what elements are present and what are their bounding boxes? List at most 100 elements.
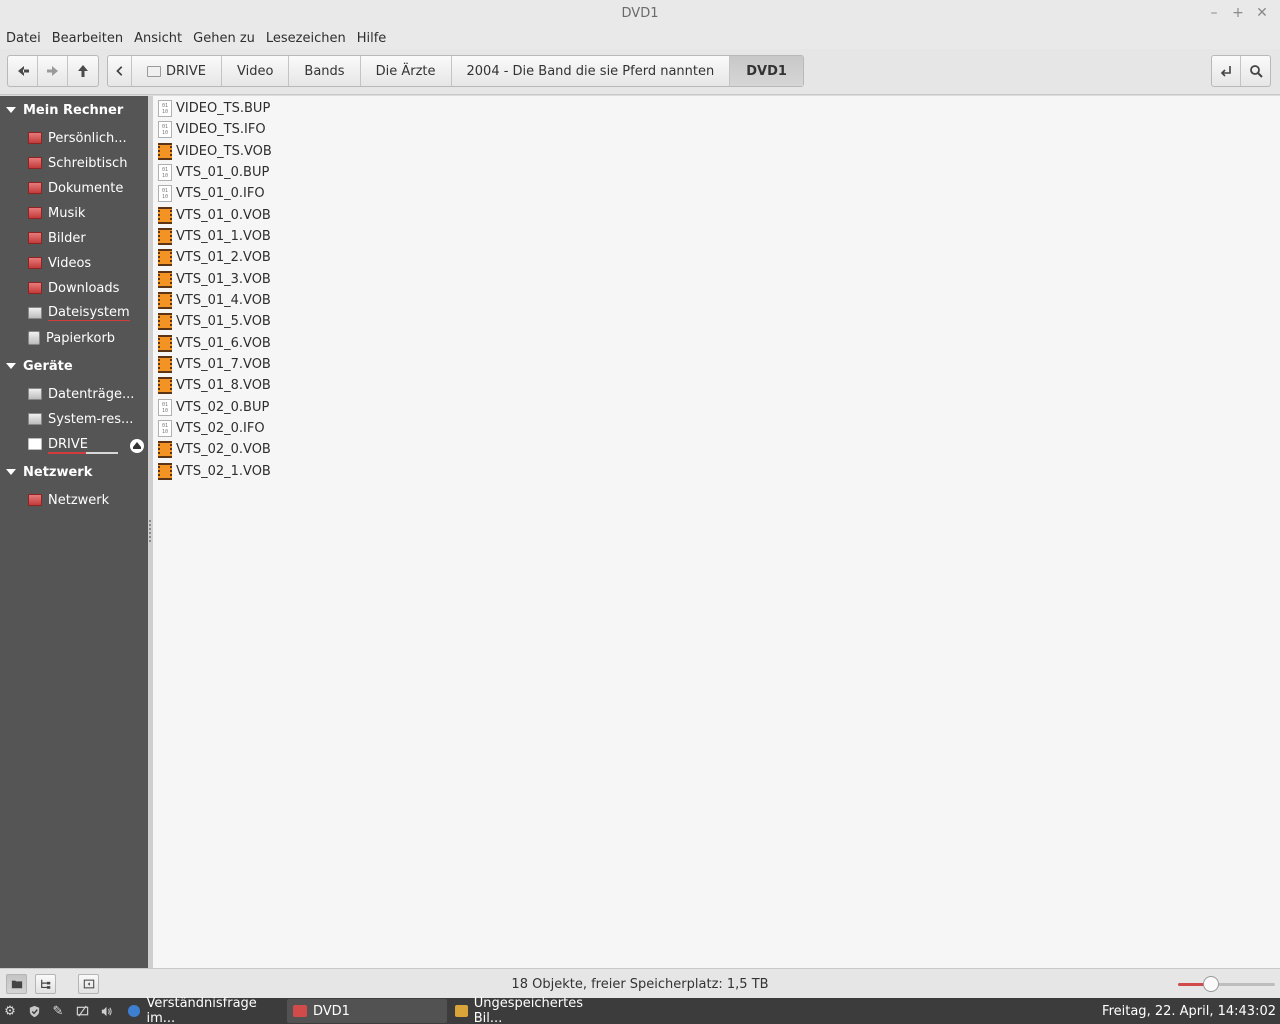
sidebar-section-netzwerk[interactable]: Netzwerk (0, 461, 148, 483)
file-item[interactable]: VIDEO_TS.VOB (158, 141, 272, 162)
shield-icon[interactable] (26, 1003, 42, 1019)
sidebar-item-persoenlich[interactable]: Persönlich... (28, 127, 146, 149)
breadcrumb-bands[interactable]: Bands (289, 56, 361, 86)
sidebar-item-downloads[interactable]: Downloads (28, 277, 146, 299)
sidebar-item-schreibtisch[interactable]: Schreibtisch (28, 152, 146, 174)
file-name: VTS_01_0.VOB (176, 208, 271, 223)
file-name: VTS_01_5.VOB (176, 314, 271, 329)
file-item[interactable]: 01 10 VTS_01_0.BUP (158, 162, 269, 183)
menu-gehen-zu[interactable]: Gehen zu (193, 31, 255, 46)
toggle-location-entry-button[interactable] (1212, 56, 1241, 86)
browser-icon (128, 1005, 141, 1017)
menu-gear-icon[interactable]: ⚙ (2, 1003, 18, 1019)
file-name: VTS_01_6.VOB (176, 336, 271, 351)
sidebar-item-netzwerk[interactable]: Netzwerk (28, 489, 146, 511)
task-image-editor[interactable]: Ungespeichertes Bil... (449, 996, 609, 1024)
section-title: Geräte (23, 358, 73, 374)
zoom-slider-handle[interactable] (1202, 976, 1219, 992)
task-file-manager[interactable]: DVD1 (287, 999, 447, 1023)
task-label: Ungespeichertes Bil... (473, 996, 583, 1024)
file-item[interactable]: VTS_01_6.VOB (158, 333, 271, 354)
minimize-button[interactable]: – (1204, 4, 1224, 22)
sidebar-item-datentraeger[interactable]: Datenträge... (28, 383, 146, 405)
menu-ansicht[interactable]: Ansicht (134, 31, 182, 46)
file-item[interactable]: 01 10 VTS_02_0.IFO (158, 418, 265, 439)
sidebar-item-system-reserviert[interactable]: System-res... (28, 408, 146, 430)
breadcrumb-album[interactable]: 2004 - Die Band die sie Pferd nannten (452, 56, 731, 86)
status-text: 18 Objekte, freier Speicherplatz: 1,5 TB (511, 977, 769, 992)
maximize-button[interactable]: + (1228, 4, 1248, 22)
sidebar-section-geraete[interactable]: Geräte (0, 355, 148, 377)
file-item[interactable]: VTS_01_1.VOB (158, 226, 271, 247)
file-item[interactable]: 01 10 VTS_02_0.BUP (158, 397, 269, 418)
menu-datei[interactable]: Datei (6, 31, 41, 46)
splitter-grip[interactable] (149, 520, 151, 542)
sidebar-section-mein-rechner[interactable]: Mein Rechner (0, 99, 148, 121)
sidebar-item-videos[interactable]: Videos (28, 252, 146, 274)
file-item[interactable]: 01 10 VIDEO_TS.BUP (158, 98, 270, 119)
sidebar-item-label: Papierkorb (46, 330, 116, 346)
file-name: VTS_02_1.VOB (176, 464, 271, 479)
video-file-icon (158, 356, 172, 373)
file-item[interactable]: 01 10 VTS_01_0.IFO (158, 183, 265, 204)
home-folder-icon (28, 132, 42, 144)
video-file-icon (158, 143, 172, 160)
network-disconnected-icon[interactable] (74, 1003, 90, 1019)
file-name: VIDEO_TS.VOB (176, 144, 272, 159)
breadcrumb-back-button[interactable] (108, 56, 132, 86)
drive-usage-bar (48, 452, 118, 454)
file-list[interactable]: 01 10 VIDEO_TS.BUP 01 10 VIDEO_TS.IFO VIDEO_… (153, 96, 1280, 968)
file-item[interactable]: VTS_01_0.VOB (158, 205, 271, 226)
back-button[interactable] (8, 56, 38, 86)
breadcrumb-video[interactable]: Video (222, 56, 290, 86)
file-item[interactable]: VTS_01_3.VOB (158, 269, 271, 290)
file-item[interactable]: VTS_01_2.VOB (158, 247, 271, 268)
expander-triangle-icon (6, 363, 16, 369)
videos-folder-icon (28, 257, 42, 269)
sidebar-item-label: Bilder (48, 230, 86, 246)
eject-icon[interactable] (130, 439, 144, 453)
breadcrumb-drive[interactable]: DRIVE (132, 56, 222, 86)
zoom-slider[interactable] (1178, 983, 1275, 986)
arrow-right-icon (46, 66, 58, 76)
title-bar: DVD1 – + ✕ (0, 0, 1280, 27)
sidebar-item-bilder[interactable]: Bilder (28, 227, 146, 249)
search-button[interactable] (1241, 56, 1270, 86)
binary-file-icon: 01 10 (158, 399, 172, 416)
close-button[interactable]: ✕ (1252, 4, 1272, 22)
task-browser[interactable]: Verständnisfrage im... (122, 996, 280, 1024)
drive-usage-fill (48, 452, 86, 454)
breadcrumb-dvd1[interactable]: DVD1 (730, 56, 803, 86)
menu-bearbeiten[interactable]: Bearbeiten (52, 31, 123, 46)
binary-file-icon: 01 10 (158, 185, 172, 202)
file-item[interactable]: VTS_02_1.VOB (158, 461, 271, 482)
clock[interactable]: Freitag, 22. April, 14:43:02 (1102, 1004, 1276, 1019)
file-name: VTS_02_0.BUP (176, 400, 270, 415)
network-icon (28, 494, 42, 506)
file-item[interactable]: VTS_02_0.VOB (158, 439, 271, 460)
breadcrumb-die-aerzte[interactable]: Die Ärzte (361, 56, 452, 86)
sidebar-item-dokumente[interactable]: Dokumente (28, 177, 146, 199)
status-bar: 18 Objekte, freier Speicherplatz: 1,5 TB (0, 968, 1280, 998)
file-name: VIDEO_TS.BUP (176, 101, 271, 116)
breadcrumb-drive-label: DRIVE (166, 63, 206, 79)
binary-file-icon: 01 10 (158, 100, 172, 117)
sidebar-item-dateisystem[interactable]: Dateisystem (28, 302, 146, 324)
file-item[interactable]: VTS_01_7.VOB (158, 354, 271, 375)
sidebar-item-musik[interactable]: Musik (28, 202, 146, 224)
drive-icon (147, 65, 161, 77)
video-file-icon (158, 292, 172, 309)
menu-hilfe[interactable]: Hilfe (357, 31, 387, 46)
file-name: VTS_02_0.VOB (176, 442, 271, 457)
file-name: VTS_01_4.VOB (176, 293, 271, 308)
file-item[interactable]: VTS_01_8.VOB (158, 375, 271, 396)
file-item[interactable]: VTS_01_4.VOB (158, 290, 271, 311)
file-item[interactable]: VTS_01_5.VOB (158, 311, 271, 332)
volume-icon[interactable] (98, 1003, 114, 1019)
forward-button[interactable] (38, 56, 68, 86)
menu-lesezeichen[interactable]: Lesezeichen (266, 31, 346, 46)
pencil-icon[interactable]: ✎ (50, 1003, 66, 1019)
up-button[interactable] (68, 56, 98, 86)
sidebar-item-papierkorb[interactable]: Papierkorb (28, 327, 146, 349)
file-item[interactable]: 01 10 VIDEO_TS.IFO (158, 119, 266, 140)
